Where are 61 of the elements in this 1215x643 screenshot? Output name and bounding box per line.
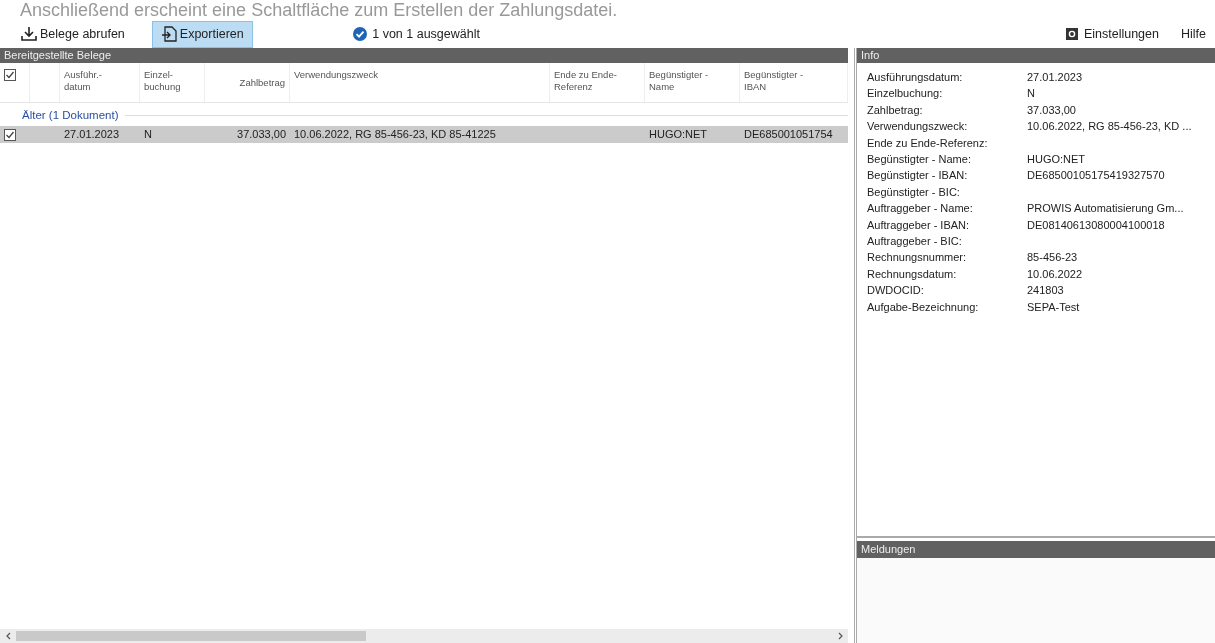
settings-button[interactable]: Einstellungen xyxy=(1056,20,1168,48)
field-label: Ende zu Ende-Referenz: xyxy=(867,135,989,151)
field-value: DE08140613080004100018 xyxy=(1027,218,1165,231)
field-value: 10.06.2022, RG 85-456-23, KD ... xyxy=(1027,120,1192,133)
field-value: 10.06.2022 xyxy=(1027,267,1083,280)
field-value: HUGO:NET xyxy=(1027,153,1086,166)
field-label: DWDOCID: xyxy=(867,283,925,299)
selection-status: 1 von 1 ausgewählt xyxy=(372,25,480,43)
column-header[interactable]: Ausführ.- datum xyxy=(60,63,140,102)
panel-title: Info xyxy=(857,48,1215,63)
panel-title: Bereitgestellte Belege xyxy=(0,48,848,63)
field-label: Rechnungsdatum: xyxy=(867,266,958,282)
field-value: DE68500105175419327570 xyxy=(1027,169,1165,182)
field-value: SEPA-Test xyxy=(1027,300,1080,313)
table-cell: DE685001051754 xyxy=(744,128,833,141)
checkbox[interactable] xyxy=(4,128,16,141)
table-cell: HUGO:NET xyxy=(649,128,708,141)
field-value: N xyxy=(1027,87,1035,100)
column-header[interactable]: Zahlbetrag xyxy=(205,63,290,102)
download-icon xyxy=(21,26,37,42)
column-header[interactable]: Begünstigter - Name xyxy=(645,63,740,102)
check-circle-icon xyxy=(352,27,367,41)
field-label: Auftraggeber - IBAN: xyxy=(867,217,971,233)
scrollbar-thumb[interactable] xyxy=(16,631,366,641)
panel-title: Meldungen xyxy=(857,541,1215,558)
field-label: Verwendungszweck: xyxy=(867,119,969,135)
field-label: Auftraggeber - Name: xyxy=(867,201,974,217)
column-header[interactable]: Ende zu Ende- Referenz xyxy=(550,63,645,102)
group-header[interactable]: Älter (1 Dokument) xyxy=(22,107,119,125)
checkbox[interactable] xyxy=(4,69,16,82)
table-cell: 27.01.2023 xyxy=(64,128,120,141)
field-label: Begünstigter - BIC: xyxy=(867,184,961,200)
scroll-right-icon[interactable] xyxy=(836,631,844,640)
column-header[interactable]: Verwendungszweck xyxy=(290,63,550,102)
field-value: 241803 xyxy=(1027,284,1064,297)
field-label: Einzelbuchung: xyxy=(867,86,944,102)
table-cell: N xyxy=(144,128,152,141)
column-header[interactable]: Begünstigter - IBAN xyxy=(740,63,848,102)
horizontal-scrollbar[interactable] xyxy=(0,629,848,643)
export-icon xyxy=(160,26,177,42)
caption-text: Anschließend erscheint eine Schaltfläche zum Erstellen der Zahlungsdatei. xyxy=(20,0,618,20)
table-cell: 10.06.2022, RG 85-456-23, KD 85-41225 xyxy=(294,128,496,141)
field-label: Rechnungsnummer: xyxy=(867,250,968,266)
field-label: Begünstigter - IBAN: xyxy=(867,168,969,184)
field-value: PROWIS Automatisierung Gm... xyxy=(1027,202,1184,215)
scroll-left-icon[interactable] xyxy=(4,631,12,640)
toolbar-button[interactable]: Belege abrufen xyxy=(12,20,134,48)
field-label: Aufgabe-Bezeichnung: xyxy=(867,299,980,315)
table-row[interactable]: 27.01.2023 N 37.033,00 10.06.2022, RG 85-456-23, KD 85-41225 HUGO:NET DE685001051754 xyxy=(0,126,848,144)
field-label: Begünstigter - Name: xyxy=(867,152,972,168)
column-header[interactable]: Einzel- buchung xyxy=(140,63,205,102)
table-cell: 37.033,00 xyxy=(237,128,286,141)
settings-icon xyxy=(1065,28,1078,40)
export-button[interactable]: Exportieren xyxy=(151,20,253,48)
field-value: 37.033,00 xyxy=(1027,103,1076,116)
field-label: Ausführungsdatum: xyxy=(867,70,964,85)
field-value: 85-456-23 xyxy=(1027,251,1078,264)
help-button[interactable]: Hilfe xyxy=(1172,20,1215,48)
field-value: 27.01.2023 xyxy=(1027,71,1083,83)
field-label: Zahlbetrag: xyxy=(867,102,924,118)
field-label: Auftraggeber - BIC: xyxy=(867,234,963,250)
